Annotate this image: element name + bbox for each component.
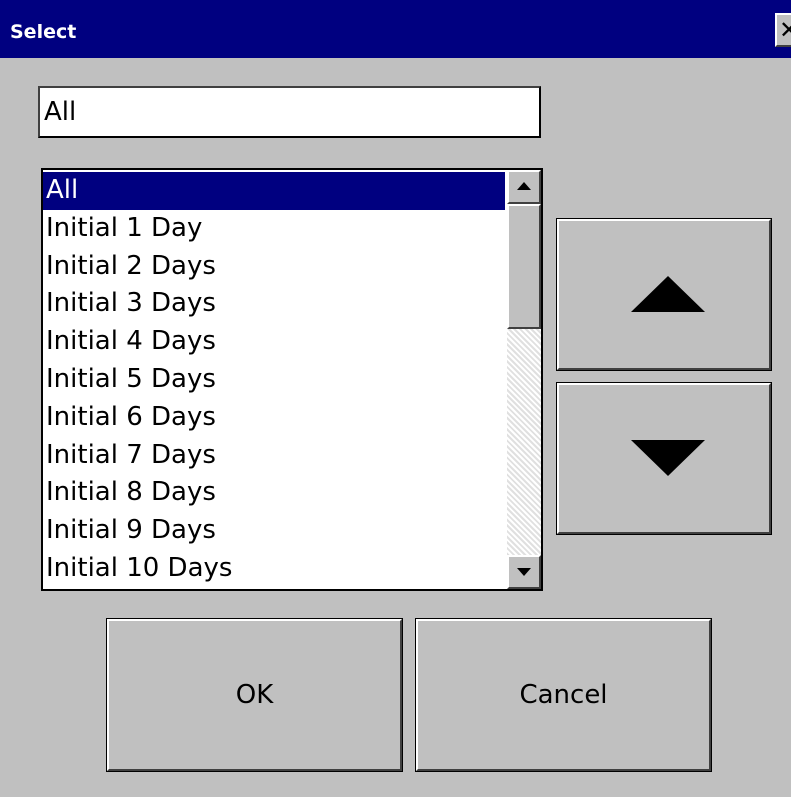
scroll-thumb[interactable] (507, 204, 541, 329)
scroll-down-arrow-icon (517, 568, 531, 576)
window-title: Select (10, 21, 77, 43)
list-item[interactable]: Initial 4 Days (43, 323, 505, 361)
list-item[interactable]: Initial 9 Days (43, 512, 505, 550)
list-item[interactable]: Initial 5 Days (43, 361, 505, 399)
options-list: All Initial 1 Day Initial 2 Days Initial 3 … (43, 172, 505, 588)
list-item[interactable]: All (43, 172, 505, 210)
title-bar: Select ✕ (0, 0, 791, 58)
list-item[interactable]: Initial 7 Days (43, 437, 505, 475)
options-listbox[interactable]: All Initial 1 Day Initial 2 Days Initial 3 … (41, 168, 543, 591)
list-item[interactable]: Initial 3 Days (43, 285, 505, 323)
scroll-up-button[interactable] (507, 170, 541, 204)
close-button[interactable]: ✕ (775, 13, 791, 47)
list-item[interactable]: Initial 1 Day (43, 210, 505, 248)
list-item[interactable]: Initial 10 Days (43, 550, 505, 588)
ok-button[interactable]: OK (106, 618, 403, 772)
list-item[interactable]: Initial 6 Days (43, 399, 505, 437)
selection-text-value: All (44, 97, 77, 127)
ok-button-label: OK (235, 680, 274, 710)
list-item[interactable]: Initial 2 Days (43, 248, 505, 286)
selection-text-field[interactable]: All (38, 86, 541, 138)
move-up-button[interactable] (556, 218, 772, 371)
list-item[interactable]: Initial 8 Days (43, 474, 505, 512)
down-arrow-icon (631, 440, 705, 476)
up-arrow-icon (631, 276, 705, 312)
cancel-button-label: Cancel (519, 680, 608, 710)
scroll-up-arrow-icon (517, 182, 531, 190)
close-icon: ✕ (779, 16, 791, 44)
scroll-down-button[interactable] (507, 555, 541, 589)
move-down-button[interactable] (556, 382, 772, 535)
list-scrollbar[interactable] (507, 170, 541, 589)
cancel-button[interactable]: Cancel (415, 618, 712, 772)
